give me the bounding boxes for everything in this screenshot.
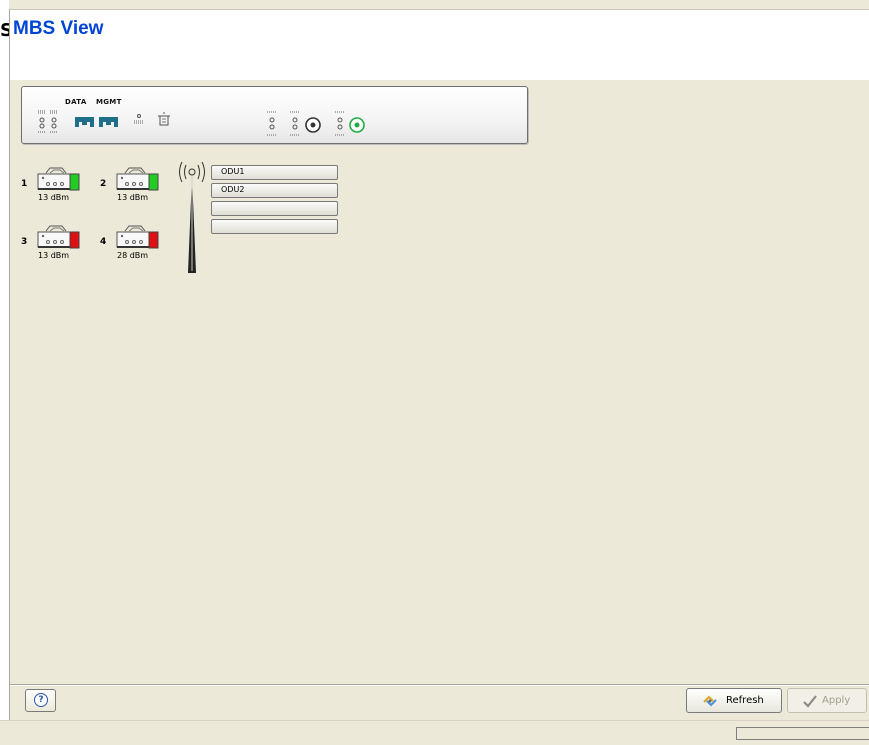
odu-slot-3[interactable] [211, 201, 338, 216]
odu-slot-1[interactable]: ODU1 [211, 165, 338, 180]
unit-1-power: 13 dBm [38, 193, 70, 202]
mgmt-ethernet-port-icon[interactable] [98, 116, 120, 128]
footer-divider-highlight [10, 685, 869, 686]
gps-port-leds-icon [267, 111, 276, 136]
unit-1-number: 1 [21, 179, 28, 189]
left-edge [0, 0, 9, 745]
checkmark-icon [803, 695, 817, 708]
sfp-port-icon[interactable] [36, 109, 76, 141]
page-title: MBS View [13, 18, 104, 39]
radio-unit-1-icon[interactable] [36, 167, 82, 192]
sync-port-leds-icon [290, 111, 299, 136]
unit-2-number: 2 [100, 179, 107, 189]
help-button[interactable]: ? [25, 689, 56, 712]
coax-port-icon[interactable] [303, 115, 323, 135]
radio-unit-3-icon[interactable] [36, 225, 82, 250]
status-bar [0, 720, 869, 745]
odu-slot-2[interactable]: ODU2 [211, 183, 338, 198]
unit-3-number: 3 [21, 237, 28, 247]
apply-button[interactable]: Apply [787, 688, 867, 713]
rf-port-leds-icon [335, 111, 344, 136]
unit-3-power: 13 dBm [38, 251, 70, 260]
help-icon: ? [34, 693, 48, 707]
refresh-icon [703, 695, 717, 707]
radio-unit-2-icon[interactable] [115, 167, 161, 192]
radio-unit-4-icon[interactable] [115, 225, 161, 250]
unit-2-power: 13 dBm [117, 193, 149, 202]
unit-4-number: 4 [100, 237, 107, 247]
led-indicator-icon [134, 114, 144, 124]
page-header: MBS View [10, 9, 869, 80]
odu-slot-4[interactable] [211, 219, 338, 234]
left-divider [9, 9, 10, 720]
refresh-button[interactable]: Refresh [686, 688, 782, 713]
unit-4-power: 28 dBm [117, 251, 149, 260]
data-port-label: DATA [65, 98, 87, 106]
chassis-panel: DATA MGMT [21, 86, 528, 144]
power-connector-icon [158, 112, 170, 126]
rf-coax-port-icon[interactable] [347, 115, 367, 135]
refresh-label: Refresh [726, 695, 764, 706]
mgmt-port-label: MGMT [96, 98, 122, 106]
status-field [736, 727, 869, 740]
data-ethernet-port-icon[interactable] [74, 116, 96, 128]
antenna-icon [179, 161, 205, 273]
apply-label: Apply [822, 695, 851, 706]
